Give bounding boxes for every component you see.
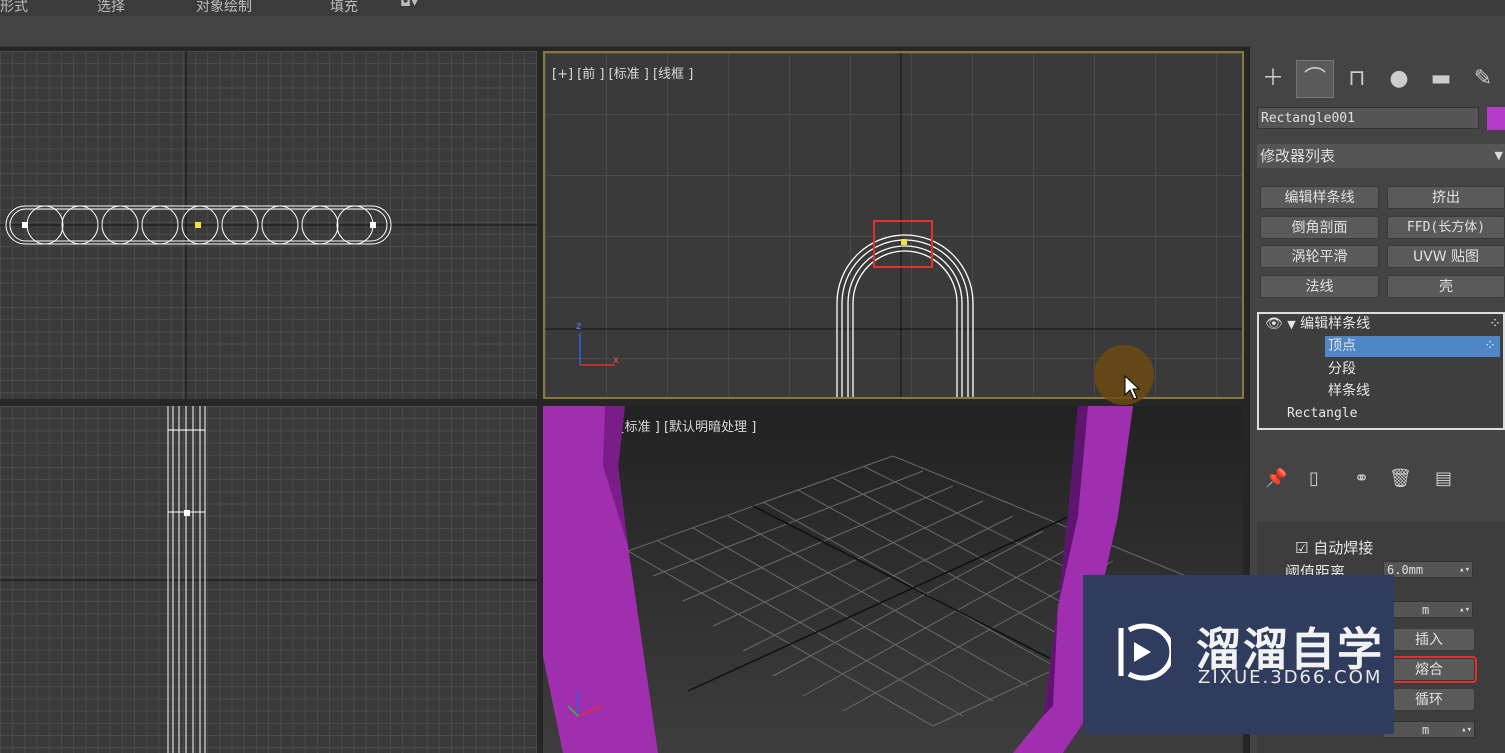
modifier-button-normal[interactable]: 法线 <box>1260 275 1379 298</box>
delete-modifier-icon[interactable]: 🗑 <box>1389 468 1412 489</box>
triangle-down-icon[interactable]: ▼ <box>1287 318 1295 331</box>
watermark-url: ZIXUE.3D66.COM <box>1198 667 1383 688</box>
stack-item-vertex-label: 顶点 <box>1328 338 1356 354</box>
modifier-button-ffd-box[interactable]: FFD(长方体) <box>1387 216 1505 239</box>
object-name-field[interactable]: Rectangle001 <box>1257 107 1479 129</box>
eye-icon[interactable]: 👁 <box>1265 316 1283 332</box>
stack-item-vertex[interactable]: 顶点 ⁘ <box>1325 336 1500 357</box>
cycle-button[interactable]: 循环 <box>1383 688 1475 711</box>
third-spinner[interactable]: m ▴▾ <box>1383 721 1475 738</box>
modify-icon[interactable]: ⌒ <box>1296 60 1334 98</box>
stack-item-label: 编辑样条线 <box>1300 316 1371 332</box>
dropdown-icon[interactable]: ◘▾ <box>400 0 418 10</box>
viewport-top[interactable] <box>0 51 537 399</box>
spinner-arrows-icon[interactable]: ▴▾ <box>1459 562 1470 578</box>
motion-icon[interactable]: ● <box>1380 60 1418 98</box>
watermark: 溜溜自学 ZIXUE.3D66.COM <box>1083 575 1394 734</box>
pin-stack-icon[interactable]: 📌 <box>1265 468 1287 489</box>
stack-item-spline[interactable]: 样条线 <box>1328 381 1370 402</box>
stack-item-edit-spline[interactable]: 👁 ▼ 编辑样条线 ⁘ <box>1265 314 1501 335</box>
second-spinner[interactable]: m ▴▾ <box>1383 601 1473 618</box>
sub-object-icon: ⁘ <box>1484 338 1496 354</box>
viewport-top-drawing <box>0 51 537 399</box>
menu-item-object-paint[interactable]: 对象绘制 <box>196 0 252 16</box>
modifier-button-bevel-profile[interactable]: 倒角剖面 <box>1260 216 1379 239</box>
object-color-swatch[interactable] <box>1487 107 1505 130</box>
modifier-button-uvw-map[interactable]: UVW 贴图 <box>1387 245 1505 268</box>
configure-modifier-sets-icon[interactable]: ▤ <box>1435 468 1452 489</box>
viewport-left[interactable] <box>0 406 537 753</box>
display-icon[interactable]: ▬ <box>1422 60 1460 98</box>
modifier-button-shell[interactable]: 壳 <box>1387 275 1505 298</box>
toolbar <box>0 16 1505 47</box>
show-end-result-icon[interactable]: ▯ <box>1309 468 1319 489</box>
insert-button[interactable]: 插入 <box>1383 628 1475 651</box>
second-spinner-value: m <box>1422 603 1430 617</box>
create-icon[interactable]: ＋ <box>1254 60 1292 98</box>
viewport-left-drawing <box>0 406 537 753</box>
auto-weld-checkbox[interactable]: ☑ 自动焊接 <box>1295 537 1373 558</box>
spinner-arrows-icon[interactable]: ▴▾ <box>1461 722 1472 738</box>
hierarchy-icon[interactable]: ⊓ <box>1338 60 1376 98</box>
chevron-down-icon: ▼ <box>1494 149 1503 162</box>
stack-item-segment[interactable]: 分段 <box>1328 359 1356 380</box>
auto-weld-label: 自动焊接 <box>1313 539 1374 557</box>
fuse-button[interactable]: 熔合 <box>1381 656 1477 683</box>
menu-item-fill[interactable]: 填充 <box>330 0 358 16</box>
axis-x-label: x <box>613 355 619 366</box>
make-unique-icon[interactable]: ⚭ <box>1354 468 1369 489</box>
axis-z-label: z <box>576 321 582 332</box>
modifier-button-edit-spline[interactable]: 编辑样条线 <box>1260 186 1379 209</box>
third-spinner-value: m <box>1422 723 1430 737</box>
modifier-button-extrude[interactable]: 挤出 <box>1387 186 1505 209</box>
spinner-arrows-icon[interactable]: ▴▾ <box>1459 602 1470 618</box>
viewport-front[interactable]: [+] [前 ] [标准 ] [线框 ] z x <box>543 51 1244 399</box>
stack-tools: 📌 ▯ ⚭ 🗑 ▤ <box>1257 468 1505 498</box>
modifier-list-dropdown[interactable]: 修改器列表 ▼ <box>1257 144 1505 168</box>
utilities-icon[interactable]: ✎ <box>1464 60 1502 98</box>
play-logo-icon <box>1118 623 1171 681</box>
modifier-list-label: 修改器列表 <box>1260 147 1336 165</box>
menu-bar: 形式 选择 对象绘制 填充 ◘▾ <box>0 0 1505 16</box>
mouse-cursor-icon <box>1124 375 1140 400</box>
checkbox-checked-icon: ☑ <box>1295 539 1309 557</box>
threshold-spinner[interactable]: 6.0mm ▴▾ <box>1383 561 1473 578</box>
axis-gizmo <box>579 333 615 366</box>
viewport-front-drawing <box>545 53 1242 397</box>
sub-object-icon: ⁘ <box>1489 316 1501 332</box>
command-tabs: ＋ ⌒ ⊓ ● ▬ ✎ <box>1254 60 1504 100</box>
menu-item-select[interactable]: 选择 <box>97 0 125 16</box>
stack-item-rectangle[interactable]: Rectangle <box>1287 403 1357 424</box>
modifier-stack: 👁 ▼ 编辑样条线 ⁘ 顶点 ⁘ 分段 样条线 Rectangle <box>1257 312 1505 430</box>
menu-item-style[interactable]: 形式 <box>0 0 28 16</box>
modifier-button-turbosmooth[interactable]: 涡轮平滑 <box>1260 245 1379 268</box>
